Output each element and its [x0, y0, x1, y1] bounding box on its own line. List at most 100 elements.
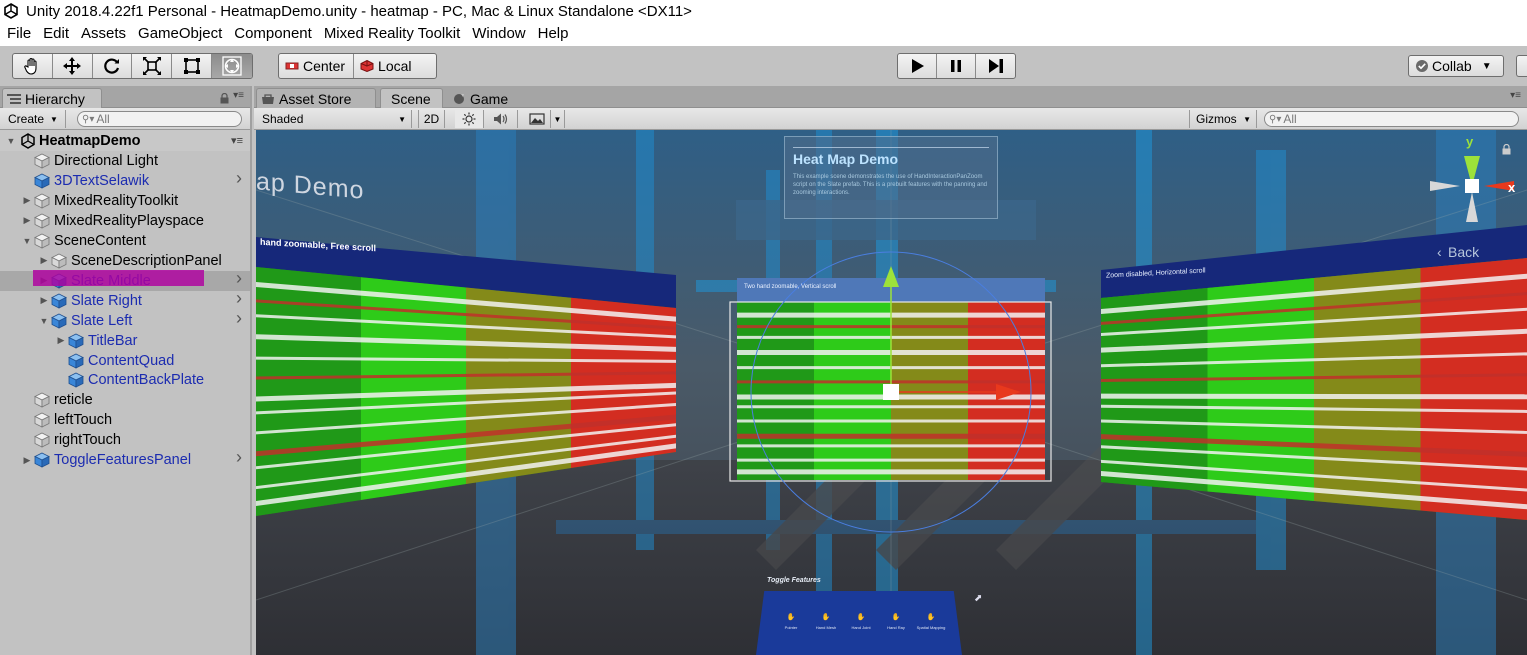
toggle-feature-button[interactable]: ✋ Pointer [776, 613, 806, 630]
pause-button[interactable] [937, 54, 976, 78]
audio-toggle[interactable] [484, 110, 518, 128]
open-prefab-chevron-icon[interactable]: › [236, 308, 242, 329]
hierarchy-item[interactable]: leftTouch [0, 410, 250, 430]
heatmap-stripe [737, 419, 1045, 423]
scene-menu-icon[interactable]: ▾≡ [231, 134, 243, 147]
expand-arrow-icon[interactable]: ▶ [39, 295, 49, 306]
tab-scene[interactable]: Scene [380, 88, 443, 108]
expand-arrow-icon[interactable]: ▶ [56, 335, 66, 346]
hierarchy-item[interactable]: ▶ TitleBar [0, 331, 250, 351]
open-prefab-chevron-icon[interactable]: › [236, 168, 242, 189]
rotate-tool-button[interactable] [93, 54, 133, 78]
toggle-feature-button[interactable]: ✋ Hand Mesh [811, 613, 841, 630]
menu-component[interactable]: Component [228, 22, 318, 46]
panel-menu-icon[interactable]: ▾≡ [233, 90, 244, 101]
effects-dropdown[interactable]: ▼ [551, 110, 565, 128]
move-tool-button[interactable] [53, 54, 93, 78]
tab-hierarchy[interactable]: Hierarchy [2, 88, 102, 108]
right-slate[interactable] [1101, 258, 1527, 520]
menu-help[interactable]: Help [532, 22, 575, 46]
open-prefab-chevron-icon[interactable]: › [236, 268, 242, 289]
lock-icon[interactable] [220, 91, 229, 104]
hierarchy-search-input[interactable]: ⚲▾ All [77, 111, 242, 127]
collab-label: Collab [1432, 58, 1472, 74]
step-button[interactable] [976, 54, 1015, 78]
effects-toggle[interactable] [523, 110, 551, 128]
hierarchy-item[interactable]: reticle [0, 390, 250, 410]
toggle-feature-button[interactable]: ✋ Spatial Mapping [916, 613, 946, 630]
2d-toggle[interactable]: 2D [418, 110, 445, 128]
gameobject-cube-icon [34, 153, 50, 169]
center-handle[interactable] [883, 384, 899, 400]
scene-row[interactable]: ▼ HeatmapDemo ▾≡ [0, 130, 250, 151]
2d-label: 2D [423, 112, 440, 126]
menu-mixed-reality-toolkit[interactable]: Mixed Reality Toolkit [318, 22, 466, 46]
expand-arrow-icon[interactable]: ▶ [22, 215, 32, 226]
window-titlebar: Unity 2018.4.22f1 Personal - HeatmapDemo… [0, 0, 1527, 22]
expand-arrow-icon[interactable]: ▼ [6, 136, 16, 146]
game-icon [454, 93, 464, 104]
open-prefab-chevron-icon[interactable]: › [236, 447, 242, 468]
hierarchy-item[interactable]: ContentBackPlate [0, 370, 250, 390]
hand-tool-button[interactable] [13, 54, 53, 78]
hierarchy-item[interactable]: Directional Light [0, 151, 250, 171]
shading-mode-dropdown[interactable]: Shaded ▼ [256, 110, 412, 128]
hierarchy-item[interactable]: ▶ ToggleFeaturesPanel › [0, 447, 250, 470]
playmode-controls [897, 53, 1016, 79]
hierarchy-item[interactable]: ▼ SceneContent [0, 231, 250, 251]
hierarchy-item-label: ToggleFeaturesPanel [54, 452, 192, 469]
menu-file[interactable]: File [0, 22, 37, 46]
menu-window[interactable]: Window [466, 22, 531, 46]
open-prefab-chevron-icon[interactable]: › [236, 288, 242, 309]
scene-search-input[interactable]: ⚲▾ All [1264, 111, 1519, 127]
collapse-arrow-icon[interactable]: ▼ [39, 316, 49, 326]
menu-assets[interactable]: Assets [75, 22, 132, 46]
transform-tool-button[interactable] [212, 54, 252, 78]
pivot-local-button[interactable]: Local [354, 54, 419, 78]
account-button[interactable] [1516, 55, 1527, 77]
toggle-feature-label: Spatial Mapping [916, 625, 946, 630]
pivot-center-label: Center [303, 58, 346, 74]
scene-viewport[interactable]: Heat Map Demo This example scene demonst… [256, 130, 1527, 655]
cursor-arrow-icon: ⬈ [974, 593, 983, 604]
toggle-feature-button[interactable]: ✋ Hand Ray [881, 613, 911, 630]
tab-game[interactable]: Game [447, 88, 525, 108]
toggle-feature-button[interactable]: ✋ Hand Joint [846, 613, 876, 630]
gizmos-dropdown[interactable]: Gizmos ▼ [1189, 110, 1257, 128]
hierarchy-item[interactable]: ▶ Slate Right › [0, 288, 250, 311]
hierarchy-item[interactable]: ▼ Slate Left › [0, 308, 250, 331]
pivot-center-button[interactable]: Center [279, 54, 355, 78]
expand-arrow-icon[interactable]: ▶ [39, 255, 49, 266]
scale-tool-button[interactable] [132, 54, 173, 78]
hierarchy-item[interactable]: ▶ MixedRealityToolkit [0, 191, 250, 211]
collab-button[interactable]: Collab ▼ [1408, 55, 1504, 77]
hierarchy-item[interactable]: 3DTextSelawik › [0, 168, 250, 191]
play-button[interactable] [898, 54, 937, 78]
hierarchy-item[interactable]: rightTouch [0, 430, 250, 450]
heatmap-column [737, 302, 814, 480]
menu-gameobject[interactable]: GameObject [132, 22, 228, 46]
lighting-toggle[interactable] [455, 110, 484, 128]
middle-slate-title: Two hand zoomable, Vertical scroll [744, 284, 837, 290]
expand-arrow-icon[interactable]: ▶ [22, 455, 32, 465]
search-icon: ⚲▾ [82, 113, 95, 125]
hierarchy-item-label: MixedRealityPlayspace [54, 212, 204, 229]
hierarchy-item-label: ContentBackPlate [88, 372, 205, 389]
hierarchy-item[interactable]: ContentQuad [0, 351, 250, 371]
tab-asset-store[interactable]: Asset Store [256, 88, 376, 108]
menu-edit[interactable]: Edit [37, 22, 75, 46]
rect-tool-button[interactable] [172, 54, 213, 78]
hierarchy-item[interactable]: ▶ MixedRealityPlayspace [0, 211, 250, 231]
dropdown-arrow-icon: ▼ [553, 114, 562, 124]
back-label[interactable]: Back [1448, 244, 1479, 260]
lock-icon[interactable] [1502, 142, 1511, 155]
step-icon [988, 59, 1003, 73]
gameobject-cube-icon [34, 213, 50, 229]
hierarchy-item[interactable]: ▶ SceneDescriptionPanel [0, 251, 250, 271]
create-dropdown[interactable]: Create ▼ [2, 110, 66, 128]
panel-menu-icon[interactable]: ▾≡ [1510, 90, 1521, 101]
collapse-arrow-icon[interactable]: ▼ [22, 236, 32, 246]
expand-arrow-icon[interactable]: ▶ [22, 195, 32, 206]
prefab-cube-icon [68, 333, 84, 349]
